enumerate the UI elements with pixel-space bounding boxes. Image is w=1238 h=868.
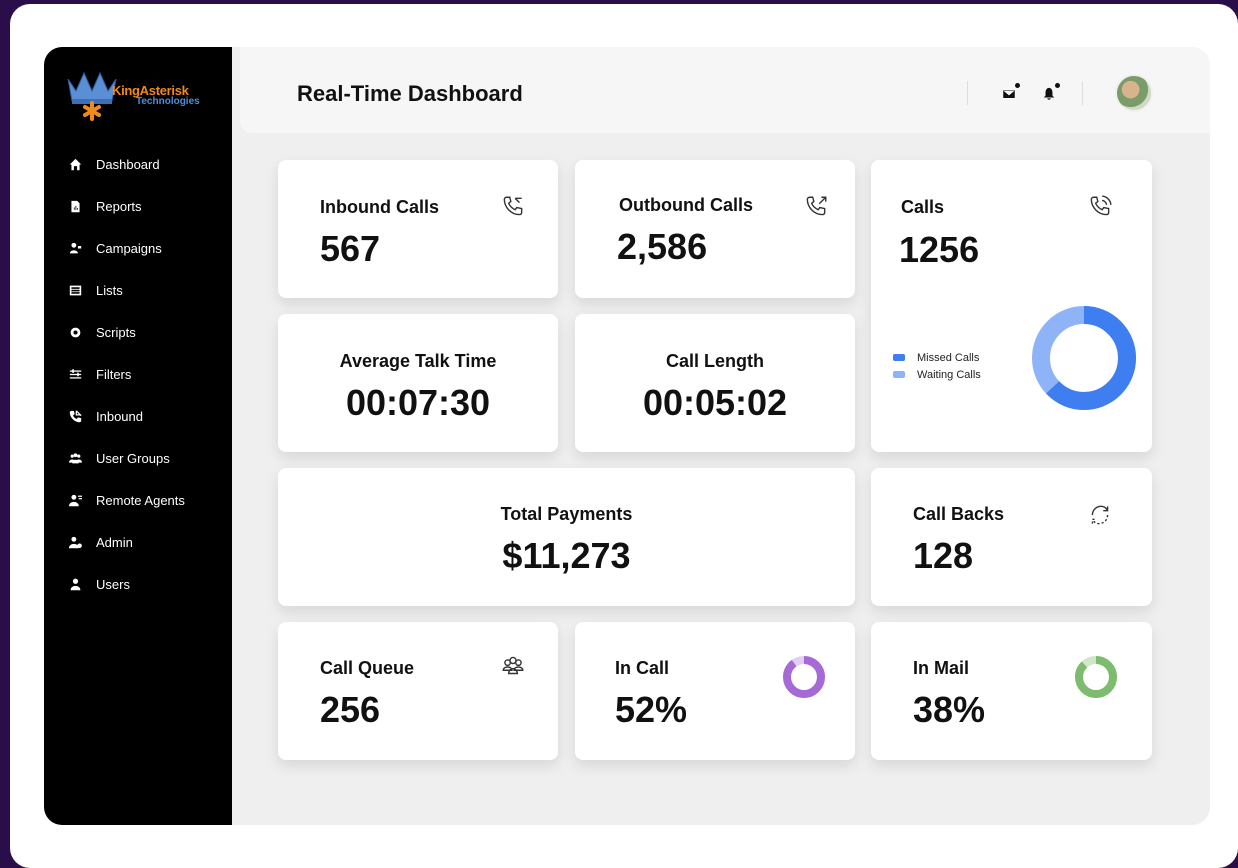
sidebar-item-label: Filters <box>96 366 132 382</box>
app-shell: KingAsterisk Technologies Dashboard Repo… <box>44 47 1210 825</box>
ring-fill <box>783 656 825 698</box>
calls-legend: Missed Calls Waiting Calls <box>893 349 981 383</box>
sidebar-item-label: User Groups <box>96 450 170 466</box>
phone-incoming-icon <box>500 194 526 220</box>
card-call-queue: Call Queue 256 <box>278 622 558 760</box>
card-value: 00:07:30 <box>345 382 491 423</box>
remote-agents-icon <box>68 493 82 507</box>
user-groups-icon <box>68 451 82 465</box>
sidebar-item-label: Campaigns <box>96 240 162 256</box>
card-outbound-calls: Outbound Calls 2,586 <box>575 160 855 298</box>
ring-fill <box>1075 656 1117 698</box>
sidebar-item-label: Admin <box>96 534 133 550</box>
card-value: $11,273 <box>502 535 631 576</box>
legend-item: Waiting Calls <box>893 366 981 383</box>
card-label: Inbound Calls <box>320 197 439 217</box>
page-title: Real-Time Dashboard <box>297 81 523 106</box>
legend-label: Missed Calls <box>917 351 980 364</box>
sidebar-nav: Dashboard Reports Campaigns Lists Script… <box>44 143 232 605</box>
card-in-mail: In Mail 38% <box>871 622 1152 760</box>
card-value: 00:05:02 <box>642 382 788 423</box>
card-value: 1256 <box>899 229 980 270</box>
brand-subtitle: Technologies <box>136 96 200 107</box>
sidebar-item-label: Dashboard <box>96 156 160 172</box>
phone-ringing-icon <box>1087 194 1113 220</box>
sidebar-item-remote-agents[interactable]: Remote Agents <box>44 479 232 521</box>
sidebar-item-label: Users <box>96 576 130 592</box>
list-icon <box>68 283 82 297</box>
sidebar-item-label: Inbound <box>96 408 143 424</box>
card-inbound-calls: Inbound Calls 567 <box>278 160 558 298</box>
card-label: Call Queue <box>320 658 415 678</box>
card-label: Call Length <box>666 351 764 371</box>
sidebar: KingAsterisk Technologies Dashboard Repo… <box>44 47 232 825</box>
card-total-payments: Total Payments $11,273 <box>278 468 855 606</box>
sidebar-item-campaigns[interactable]: Campaigns <box>44 227 232 269</box>
report-icon <box>68 199 82 213</box>
legend-label: Waiting Calls <box>917 368 981 381</box>
users-icon <box>68 577 82 591</box>
sidebar-item-filters[interactable]: Filters <box>44 353 232 395</box>
sidebar-item-admin[interactable]: Admin <box>44 521 232 563</box>
sidebar-item-label: Scripts <box>96 324 136 340</box>
card-value: 52% <box>615 689 688 730</box>
avatar[interactable] <box>1115 74 1153 112</box>
admin-icon <box>68 535 82 549</box>
in-mail-ring-chart <box>1075 656 1117 698</box>
legend-item: Missed Calls <box>893 349 981 366</box>
mail-notification-dot <box>1015 83 1020 88</box>
card-label: In Call <box>615 658 670 678</box>
top-bar: Real-Time Dashboard <box>240 47 1210 133</box>
in-call-ring-chart <box>783 656 825 698</box>
sidebar-item-label: Reports <box>96 198 142 214</box>
sidebar-item-lists[interactable]: Lists <box>44 269 232 311</box>
sidebar-item-label: Lists <box>96 282 123 298</box>
refresh-icon <box>1087 502 1113 528</box>
sidebar-item-reports[interactable]: Reports <box>44 185 232 227</box>
filter-icon <box>68 367 82 381</box>
sidebar-item-label: Remote Agents <box>96 492 185 508</box>
brand-logo[interactable]: KingAsterisk Technologies <box>64 65 204 121</box>
bell-notification-dot <box>1055 83 1060 88</box>
people-icon <box>500 654 526 680</box>
divider <box>967 81 968 105</box>
card-call-backs: Call Backs 128 <box>871 468 1152 606</box>
sidebar-item-users[interactable]: Users <box>44 563 232 605</box>
script-icon <box>68 325 82 339</box>
card-value: 128 <box>913 535 974 576</box>
phone-outgoing-icon <box>803 194 829 220</box>
sidebar-item-scripts[interactable]: Scripts <box>44 311 232 353</box>
card-value: 567 <box>320 228 381 269</box>
campaign-icon <box>68 241 82 255</box>
sidebar-item-user-groups[interactable]: User Groups <box>44 437 232 479</box>
bell-icon[interactable] <box>1038 83 1060 105</box>
legend-swatch <box>893 371 905 378</box>
inbound-icon <box>68 409 82 423</box>
mail-icon[interactable] <box>998 83 1020 105</box>
home-icon <box>68 157 82 171</box>
card-value: 38% <box>913 689 986 730</box>
card-value: 2,586 <box>617 226 708 267</box>
card-call-length: Call Length 00:05:02 <box>575 314 855 452</box>
sidebar-item-dashboard[interactable]: Dashboard <box>44 143 232 185</box>
card-label: Average Talk Time <box>339 351 497 371</box>
card-value: 256 <box>320 689 381 730</box>
card-average-talk-time: Average Talk Time 00:07:30 <box>278 314 558 452</box>
card-label: Outbound Calls <box>619 195 753 215</box>
sidebar-item-inbound[interactable]: Inbound <box>44 395 232 437</box>
card-calls: Calls 1256 Missed Calls Waiting Calls <box>871 160 1152 452</box>
calls-donut-chart <box>1032 306 1136 410</box>
card-label: Calls <box>901 197 945 217</box>
card-label: Call Backs <box>913 504 1005 524</box>
card-in-call: In Call 52% <box>575 622 855 760</box>
legend-swatch <box>893 354 905 361</box>
divider <box>1082 81 1083 105</box>
card-label: In Mail <box>913 658 970 678</box>
card-label: Total Payments <box>500 504 633 524</box>
